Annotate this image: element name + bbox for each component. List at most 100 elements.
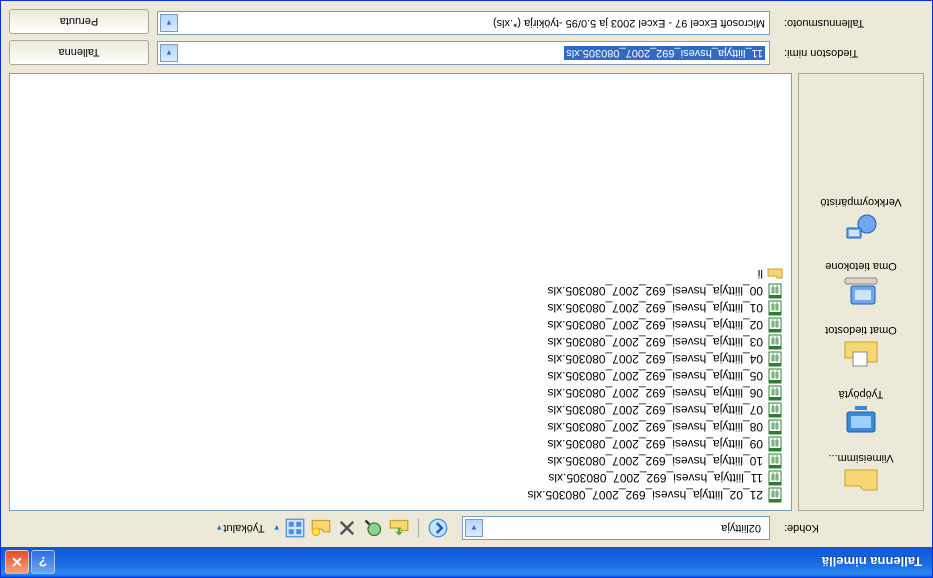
main-area: Viimeisimm... Työpöytä Omat tiedostot Om… — [9, 73, 924, 511]
excel-file-icon — [767, 454, 783, 470]
filename-value: 11_liittyja_hsvesi_692_2007_080305.xls — [564, 46, 765, 60]
file-name: 06_liittyja_hsvesi_692_2007_080305.xls — [548, 387, 764, 401]
place-label: Oma tietokone — [801, 260, 921, 272]
excel-file-icon — [767, 284, 783, 300]
kohde-value: 02liittyja — [487, 522, 761, 534]
file-name: 04_liittyja_hsvesi_692_2007_080305.xls — [548, 353, 764, 367]
file-name: 07_liittyja_hsvesi_692_2007_080305.xls — [548, 404, 764, 418]
close-button[interactable]: ✕ — [5, 550, 29, 574]
recent-icon — [841, 466, 881, 500]
file-item[interactable]: 09_liittyja_hsvesi_692_2007_080305.xls — [18, 436, 783, 453]
tools-arrow-icon: ▾ — [217, 523, 222, 534]
format-dropdown[interactable]: Microsoft Excel 97 - Excel 2003 ja 5.0/9… — [157, 11, 770, 35]
file-item[interactable]: 08_liittyja_hsvesi_692_2007_080305.xls — [18, 419, 783, 436]
file-name: 08_liittyja_hsvesi_692_2007_080305.xls — [548, 421, 764, 435]
file-item[interactable]: 21_02_liittyja_hsvesi_692_2007_080305.xl… — [18, 487, 783, 504]
file-item[interactable]: 03_liittyja_hsvesi_692_2007_080305.xls — [18, 334, 783, 351]
dropdown-arrow-icon[interactable] — [160, 14, 178, 32]
dialog-body: Kohde: 02liittyja ▾ Työkalut ▾ — [1, 1, 932, 547]
file-name: 00_liittyja_hsvesi_692_2007_080305.xls — [548, 285, 764, 299]
separator — [418, 519, 419, 537]
folder-icon — [767, 267, 783, 283]
bottom-fields: Tiedoston nimi: 11_liittyja_hsvesi_692_2… — [157, 9, 924, 65]
excel-file-icon — [767, 488, 783, 504]
views-arrow-icon[interactable]: ▾ — [274, 523, 279, 534]
place-label: Työpöytä — [801, 388, 921, 400]
excel-file-icon — [767, 420, 783, 436]
excel-file-icon — [767, 437, 783, 453]
computer-icon — [841, 274, 881, 308]
excel-file-icon — [767, 386, 783, 402]
filename-row: Tiedoston nimi: 11_liittyja_hsvesi_692_2… — [157, 41, 924, 65]
file-item[interactable]: 01_liittyja_hsvesi_692_2007_080305.xls — [18, 300, 783, 317]
cancel-button-label: Peruuta — [60, 16, 99, 28]
dropdown-arrow-icon[interactable] — [160, 44, 178, 62]
file-item[interactable]: 04_liittyja_hsvesi_692_2007_080305.xls — [18, 351, 783, 368]
file-item[interactable]: 07_liittyja_hsvesi_692_2007_080305.xls — [18, 402, 783, 419]
file-item[interactable]: 11_liittyja_hsvesi_692_2007_080305.xls — [18, 470, 783, 487]
save-as-dialog: Tallenna nimellä ? ✕ Kohde: 02liittyja — [0, 0, 933, 578]
excel-file-icon — [767, 318, 783, 334]
back-icon[interactable] — [428, 518, 448, 538]
place-oma-tietokone[interactable]: Oma tietokone — [801, 250, 921, 312]
excel-file-icon — [767, 471, 783, 487]
documents-icon — [841, 338, 881, 372]
excel-file-icon — [767, 352, 783, 368]
format-value: Microsoft Excel 97 - Excel 2003 ja 5.0/9… — [182, 17, 765, 29]
delete-icon[interactable] — [337, 518, 357, 538]
file-name: 05_liittyja_hsvesi_692_2007_080305.xls — [548, 370, 764, 384]
file-name: 11_liittyja_hsvesi_692_2007_080305.xls — [548, 472, 763, 486]
place-label: Verkkoympäristö — [801, 196, 921, 208]
search-web-icon[interactable] — [363, 518, 383, 538]
tools-menu[interactable]: Työkalut ▾ — [217, 522, 265, 534]
file-name: 02_liittyja_hsvesi_692_2007_080305.xls — [548, 319, 764, 333]
file-item[interactable]: 10_liittyja_hsvesi_692_2007_080305.xls — [18, 453, 783, 470]
window-title: Tallenna nimellä — [57, 555, 928, 570]
place-viimeisimmat[interactable]: Viimeisimm... — [801, 442, 921, 504]
tools-label: Työkalut — [224, 522, 265, 534]
filename-input[interactable]: 11_liittyja_hsvesi_692_2007_080305.xls — [157, 41, 770, 65]
toolbar-icons: ▾ Työkalut ▾ — [217, 518, 448, 538]
file-name: 21_02_liittyja_hsvesi_692_2007_080305.xl… — [527, 489, 763, 503]
place-label: Omat tiedostot — [801, 324, 921, 336]
action-buttons: Tallenna Peruuta — [9, 9, 149, 65]
excel-file-icon — [767, 369, 783, 385]
save-button-label: Tallenna — [59, 47, 100, 59]
place-verkkoymparisto[interactable]: Verkkoympäristö — [801, 186, 921, 248]
titlebar: Tallenna nimellä ? ✕ — [1, 547, 932, 577]
up-one-level-icon[interactable] — [389, 518, 409, 538]
kohde-label: Kohde: — [776, 522, 924, 534]
file-item[interactable]: 05_liittyja_hsvesi_692_2007_080305.xls — [18, 368, 783, 385]
save-button[interactable]: Tallenna — [9, 40, 149, 65]
place-label: Viimeisimm... — [801, 452, 921, 464]
place-omat-tiedostot[interactable]: Omat tiedostot — [801, 314, 921, 376]
new-folder-icon[interactable] — [311, 518, 331, 538]
file-name: 10_liittyja_hsvesi_692_2007_080305.xls — [548, 455, 764, 469]
location-row: Kohde: 02liittyja ▾ Työkalut ▾ — [9, 515, 924, 541]
format-row: Tallennusmuoto: Microsoft Excel 97 - Exc… — [157, 11, 924, 35]
bottom-panel: Tiedoston nimi: 11_liittyja_hsvesi_692_2… — [9, 9, 924, 65]
place-tyopoyta[interactable]: Työpöytä — [801, 378, 921, 440]
help-button[interactable]: ? — [31, 550, 55, 574]
file-item[interactable]: 06_liittyja_hsvesi_692_2007_080305.xls — [18, 385, 783, 402]
format-label: Tallennusmuoto: — [776, 17, 924, 29]
places-bar: Viimeisimm... Työpöytä Omat tiedostot Om… — [798, 73, 924, 511]
cancel-button[interactable]: Peruuta — [9, 9, 149, 34]
dropdown-arrow-icon[interactable] — [465, 519, 483, 537]
file-name: 09_liittyja_hsvesi_692_2007_080305.xls — [548, 438, 764, 452]
desktop-icon — [841, 402, 881, 436]
file-item[interactable]: 02_liittyja_hsvesi_692_2007_080305.xls — [18, 317, 783, 334]
network-icon — [841, 210, 881, 244]
views-icon[interactable] — [285, 518, 305, 538]
file-item[interactable]: 00_liittyja_hsvesi_692_2007_080305.xls — [18, 283, 783, 300]
folder-item[interactable]: li — [18, 266, 783, 283]
kohde-dropdown[interactable]: 02liittyja — [462, 516, 770, 540]
excel-file-icon — [767, 301, 783, 317]
file-name: li — [758, 268, 763, 282]
excel-file-icon — [767, 335, 783, 351]
file-name: 03_liittyja_hsvesi_692_2007_080305.xls — [548, 336, 764, 350]
excel-file-icon — [767, 403, 783, 419]
filename-label: Tiedoston nimi: — [776, 47, 924, 59]
file-name: 01_liittyja_hsvesi_692_2007_080305.xls — [548, 302, 764, 316]
file-list[interactable]: li 00_liittyja_hsvesi_692_2007_080305.xls… — [9, 73, 792, 511]
